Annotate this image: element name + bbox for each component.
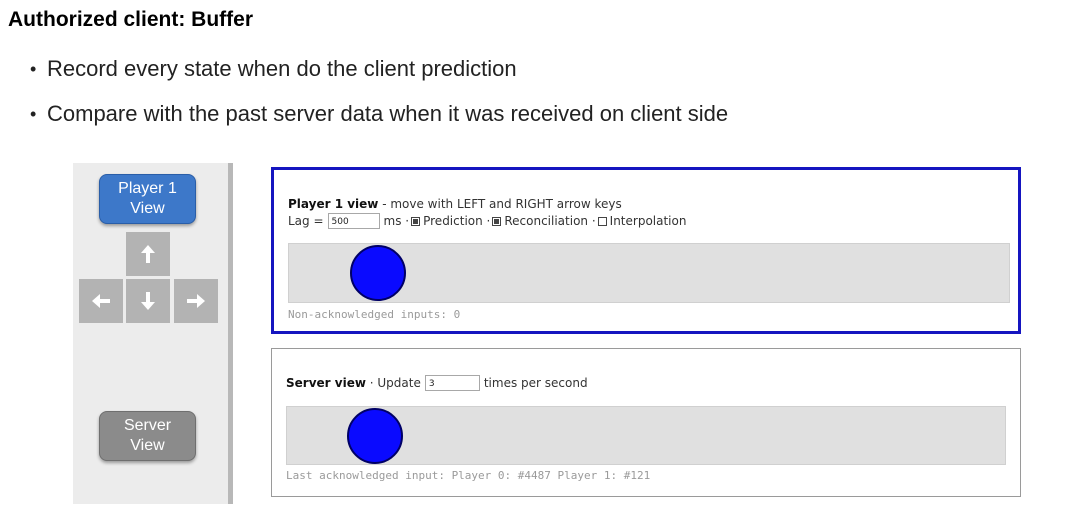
reconciliation-label: Reconciliation · [504,214,596,228]
lag-input[interactable]: 500 [327,213,380,229]
arrow-down-key[interactable] [126,279,170,323]
player1-view-instructions: - move with LEFT and RIGHT arrow keys [378,197,622,211]
non-acknowledged-inputs-status: Non-acknowledged inputs: 0 [288,308,461,321]
arrow-left-icon [92,294,110,308]
server-ball [347,408,403,464]
update-rate-input[interactable]: 3 [424,375,480,391]
control-panel: Player 1 View Server View [73,163,233,504]
server-view-panel: Server view · Update 3 times per second … [271,348,1021,497]
slide-title: Authorized client: Buffer [8,8,253,31]
player1-view-panel: Player 1 view - move with LEFT and RIGHT… [271,167,1021,334]
player1-view-header: Player 1 view - move with LEFT and RIGHT… [288,196,622,212]
arrow-right-key[interactable] [174,279,218,323]
arrow-up-key[interactable] [126,232,170,276]
bullet-text: Record every state when do the client pr… [47,56,517,81]
bullet-text: Compare with the past server data when i… [47,101,729,126]
lag-label: Lag = [288,214,324,228]
player1-view-heading: Player 1 view [288,197,379,211]
player-ball [350,245,406,301]
reconciliation-checkbox[interactable] [492,216,502,226]
arrow-left-key[interactable] [79,279,123,323]
arrow-down-icon [141,292,155,310]
last-acknowledged-input-status: Last acknowledged input: Player 0: #4487… [286,469,651,482]
interpolation-label: Interpolation [609,214,687,228]
lag-unit: ms · [383,214,410,228]
prediction-checkbox[interactable] [411,216,421,226]
update-label: · Update [369,376,421,390]
update-unit: times per second [483,376,588,390]
server-view-button[interactable]: Server View [99,411,196,461]
bullet-dot: • [30,104,37,124]
player1-view-button[interactable]: Player 1 View [99,174,196,224]
arrow-right-icon [187,294,205,308]
server-view-heading: Server view [286,376,366,390]
interpolation-checkbox[interactable] [597,216,607,226]
server-view-header: Server view · Update 3 times per second [286,375,588,391]
arrow-up-icon [141,245,155,263]
bullet-dot: • [30,59,37,79]
prediction-label: Prediction · [423,214,491,228]
server-canvas [286,406,1006,465]
player1-view-settings: Lag = 500 ms · Prediction · Reconciliati… [288,212,686,230]
player1-canvas[interactable] [288,243,1010,303]
